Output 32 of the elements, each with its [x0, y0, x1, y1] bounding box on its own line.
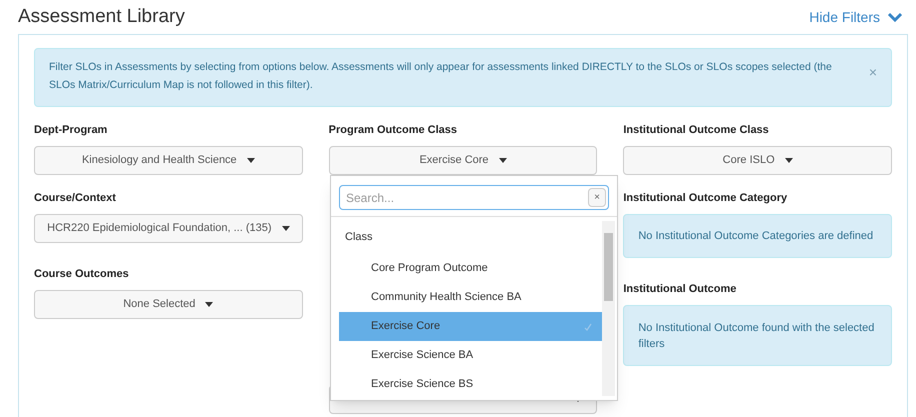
dropdown-option[interactable]: Core Program Outcome	[339, 254, 602, 283]
caret-icon	[498, 158, 507, 163]
field-label: Course/Context	[34, 192, 117, 205]
caret-icon	[784, 158, 793, 163]
info-message: No Institutional Outcome Categories are defined	[623, 214, 892, 258]
field-label: Institutional Outcome Category	[623, 192, 788, 205]
dropdown-option[interactable]: Exercise Science BA	[339, 341, 602, 370]
field-label: Program Outcome Class	[328, 124, 458, 137]
alert-text: Filter SLOs in Assessments by selecting from options below. Assessments will only appear for assessments linked DIRECTLY to the SLOs or SLOs scopes selected (the SLOs Matrix/Curriculum Map is not followed in this filter).	[49, 60, 833, 93]
scrollbar[interactable]	[602, 221, 615, 396]
caret-icon	[246, 158, 255, 163]
select-button[interactable]: None Selected	[34, 290, 303, 319]
page-title: Assessment Library	[18, 4, 185, 29]
select-button[interactable]: Exercise Core	[328, 146, 598, 175]
search-field[interactable]: Search... ×	[339, 185, 609, 210]
info-message: No Institutional Outcome found with the selected filters	[623, 305, 892, 366]
field-label: Course Outcomes	[34, 268, 130, 281]
clear-button[interactable]: ×	[588, 188, 606, 207]
dropdown-option[interactable]: Exercise Science BS	[339, 370, 602, 399]
caret-icon	[205, 302, 214, 307]
field-label: Institutional Outcome Class	[623, 124, 770, 137]
field-label: Institutional Outcome	[623, 283, 738, 296]
dropdown-option[interactable]: Exercise Core	[339, 312, 602, 341]
select-button[interactable]: Core ISLO	[623, 146, 892, 175]
field-label: Dept-Program	[34, 124, 108, 137]
caret-icon	[282, 226, 290, 231]
check-icon	[584, 322, 592, 330]
select-button[interactable]: HCR220 Epidemiological Foundation, ... (135)	[34, 214, 303, 243]
group-header: Class	[344, 230, 374, 245]
dropdown-option[interactable]: Community Health Science BA	[339, 283, 602, 312]
hide-filters-button[interactable]: Hide Filters	[809, 6, 902, 28]
select-button[interactable]: Kinesiology and Health Science	[34, 146, 303, 175]
